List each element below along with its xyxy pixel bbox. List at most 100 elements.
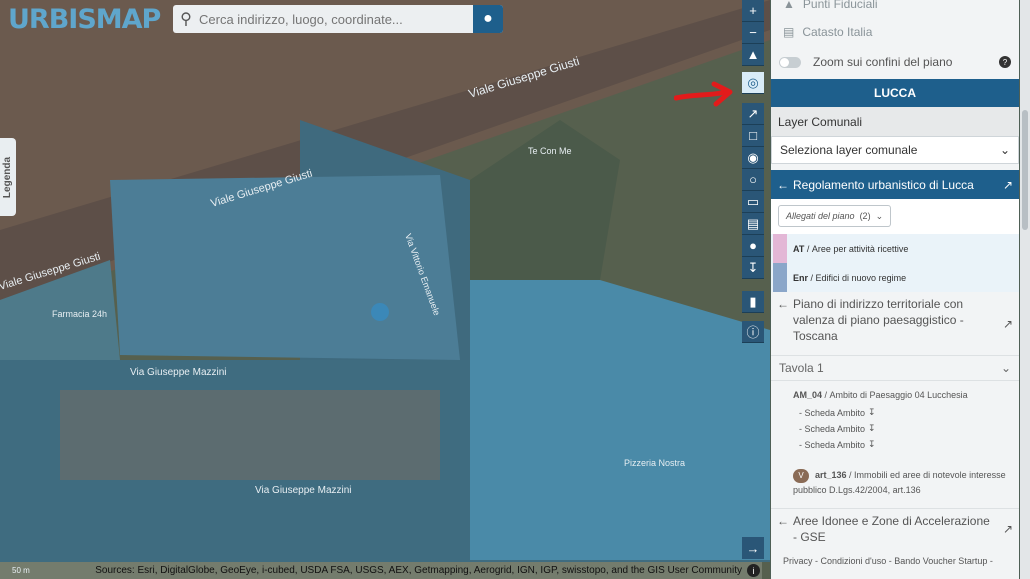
zoom-toolbar: + − ▲ xyxy=(742,0,764,66)
trash-icon[interactable]: ▭ xyxy=(742,191,764,213)
tavola-select[interactable]: Tavola 1 ⌄ xyxy=(771,355,1019,381)
layer-select-value: Seleziona layer comunale xyxy=(780,143,918,157)
am-code: AM_04 xyxy=(793,390,823,400)
layer-comunale-select[interactable]: Seleziona layer comunale ⌄ xyxy=(771,136,1019,164)
chevron-down-icon: ⌄ xyxy=(875,210,884,221)
layer-item-catasto[interactable]: ▤ Catasto Italia xyxy=(771,22,1019,42)
locate-icon[interactable]: ◎ xyxy=(742,72,764,94)
plus-icon[interactable]: + xyxy=(742,0,764,22)
external-link-icon[interactable]: ↗ xyxy=(1003,178,1013,192)
layer-item-punti-fiduciali[interactable]: ▲ Punti Fiduciali xyxy=(771,0,1019,14)
pin-icon[interactable]: ● xyxy=(742,235,764,257)
scheda-link[interactable]: - Scheda Ambito ↧ xyxy=(799,407,876,418)
triangle-icon: ▲ xyxy=(783,0,795,11)
scheda-label: - Scheda Ambito xyxy=(799,423,866,434)
allegati-dropdown[interactable]: Allegati del piano (2) ⌄ xyxy=(778,205,892,227)
category-code: Enr xyxy=(793,272,809,283)
poi-label: Te Con Me xyxy=(528,146,572,156)
category-desc: Aree per attività ricettive xyxy=(811,243,909,254)
category-swatch xyxy=(773,263,787,292)
allegati-count: (2) xyxy=(859,211,871,221)
legend-tab-label: Legenda xyxy=(2,156,14,198)
legend-tab[interactable]: Legenda xyxy=(0,138,16,216)
red-arrow-annotation xyxy=(674,81,733,107)
scale-bar: 50 m xyxy=(12,566,30,575)
street-label: Via Giuseppe Mazzini xyxy=(255,485,352,496)
layer-item-label: Catasto Italia xyxy=(802,25,873,39)
category-swatch xyxy=(773,234,787,263)
bookmark-icon[interactable]: ▮ xyxy=(742,291,764,313)
city-header: LUCCA xyxy=(771,79,1019,107)
chevron-down-icon: ⌄ xyxy=(1000,361,1011,375)
compass-icon[interactable]: ▲ xyxy=(742,44,764,66)
arrow-left-icon: ← xyxy=(777,177,789,192)
aree-row[interactable]: ← Aree Idonee e Zone di Accelerazione - … xyxy=(771,508,1019,550)
poi-label: Farmacia 24h xyxy=(52,309,107,319)
zoom-confini-row: Zoom sui confini del piano ? xyxy=(771,52,1019,72)
extra-toolbar: ▮ ⓘ xyxy=(742,291,764,343)
regolamento-label: Regolamento urbanistico di Lucca xyxy=(793,177,974,192)
help-icon[interactable]: ? xyxy=(999,56,1011,68)
locate-toolbar: ◎ xyxy=(742,72,764,94)
am-row: AM_04 / Ambito di Paesaggio 04 Lucchesia xyxy=(793,390,968,400)
layer-comunali-label: Layer Comunali xyxy=(778,114,863,129)
v-badge: V xyxy=(793,468,809,483)
chevron-down-icon: ⌄ xyxy=(999,143,1010,157)
download-icon: ↧ xyxy=(868,407,876,417)
scheda-link[interactable]: - Scheda Ambito ↧ xyxy=(799,423,876,434)
piano-row[interactable]: ← Piano di indirizzo territoriale con va… xyxy=(771,292,1019,352)
attribution-text: Sources: Esri, DigitalGlobe, GeoEye, i-c… xyxy=(95,565,742,576)
collapse-panel-button[interactable]: → xyxy=(742,537,764,559)
external-link-icon[interactable]: ↗ xyxy=(1003,316,1013,332)
urbismap-app: Viale Giuseppe Giusti Viale Giuseppe Giu… xyxy=(0,0,1030,579)
globe-icon[interactable]: ● xyxy=(473,5,503,33)
download-icon[interactable]: ↧ xyxy=(742,257,764,279)
print-icon[interactable]: ▤ xyxy=(742,213,764,235)
layer-item-label: Punti Fiduciali xyxy=(802,0,878,11)
search-bar: ⚲ ● xyxy=(173,5,503,33)
regolamento-row[interactable]: ← Regolamento urbanistico di Lucca ↗ xyxy=(771,170,1019,199)
marker-icon[interactable]: ◉ xyxy=(742,147,764,169)
scheda-label: - Scheda Ambito xyxy=(799,407,866,418)
scheda-label: - Scheda Ambito xyxy=(799,439,866,450)
arrow-left-icon: ← xyxy=(777,297,789,311)
measure-line-icon[interactable]: ↗ xyxy=(742,103,764,125)
street-label: Via Giuseppe Mazzini xyxy=(130,367,227,378)
info-icon[interactable]: ⓘ xyxy=(742,321,764,343)
search-input[interactable] xyxy=(199,11,473,27)
book-icon: ▤ xyxy=(783,25,795,39)
side-panel: ▲ Punti Fiduciali ▤ Catasto Italia Zoom … xyxy=(771,0,1019,579)
panel-scrollbar[interactable] xyxy=(1020,0,1030,579)
category-code: AT xyxy=(793,243,805,254)
layer-comunali-header: Layer Comunali xyxy=(771,107,1019,136)
tavola-value: Tavola 1 xyxy=(779,361,824,375)
city-title: LUCCA xyxy=(874,86,916,100)
download-icon: ↧ xyxy=(868,439,876,449)
aree-label: Aree Idonee e Zone di Accelerazione - GS… xyxy=(793,514,990,544)
poi-label: Pizzeria Nostra xyxy=(624,458,685,468)
allegati-label: Allegati del piano xyxy=(786,211,855,221)
piano-label: Piano di indirizzo territoriale con vale… xyxy=(793,297,964,343)
scrollbar-thumb[interactable] xyxy=(1022,110,1028,230)
minus-icon[interactable]: − xyxy=(742,22,764,44)
art-code: art_136 xyxy=(815,470,847,480)
app-logo[interactable]: URBISMAP xyxy=(8,4,161,35)
footer-links[interactable]: Privacy - Condizioni d'uso - Bando Vouch… xyxy=(771,556,1019,566)
circle-icon[interactable]: ○ xyxy=(742,169,764,191)
search-icon: ⚲ xyxy=(180,11,192,28)
draw-toolbar: ↗ □ ◉ ○ ▭ ▤ ● ↧ xyxy=(742,103,764,279)
scheda-link[interactable]: - Scheda Ambito ↧ xyxy=(799,439,876,450)
zoom-confini-label: Zoom sui confini del piano xyxy=(813,55,953,69)
info-icon[interactable]: i xyxy=(747,564,760,577)
attribution-bar: Sources: Esri, DigitalGlobe, GeoEye, i-c… xyxy=(0,562,762,579)
category-enr[interactable]: Enr / Edifici di nuovo regime xyxy=(771,263,1019,292)
category-desc: Edifici di nuovo regime xyxy=(815,272,907,283)
category-at[interactable]: AT / Aree per attività ricettive xyxy=(771,234,1019,263)
download-icon: ↧ xyxy=(868,423,876,433)
external-link-icon[interactable]: ↗ xyxy=(1003,521,1013,537)
arrow-left-icon: ← xyxy=(777,514,789,528)
measure-area-icon[interactable]: □ xyxy=(742,125,764,147)
art-row: Vart_136 / Immobili ed aree di notevole … xyxy=(793,468,1006,495)
am-desc: Ambito di Paesaggio 04 Lucchesia xyxy=(829,390,968,400)
zoom-confini-toggle[interactable] xyxy=(779,56,801,68)
